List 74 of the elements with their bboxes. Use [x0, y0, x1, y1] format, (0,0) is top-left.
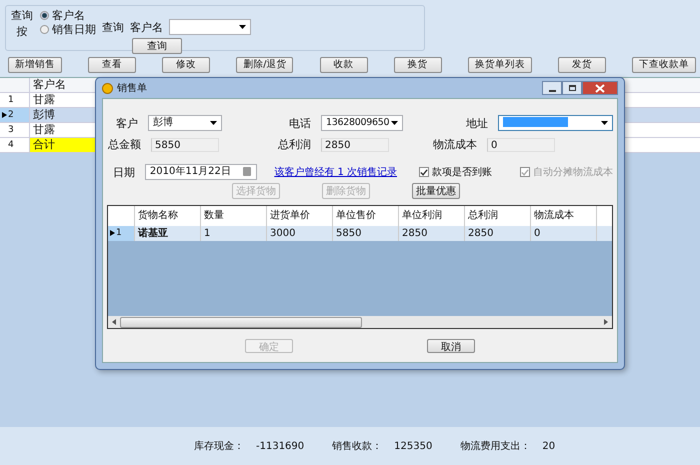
- dropdown-arrow-icon: [210, 121, 218, 125]
- check-icon: [420, 168, 428, 176]
- row-number: 3: [8, 125, 14, 136]
- close-button[interactable]: [582, 81, 618, 95]
- scroll-left-icon: [112, 319, 116, 325]
- field-label: 客户: [114, 116, 138, 130]
- toolbar-button[interactable]: 下查收款单: [632, 56, 696, 73]
- history-link[interactable]: 该客户曾经有 1 次销售记录: [274, 165, 397, 179]
- horizontal-scrollbar[interactable]: [108, 316, 612, 328]
- status-label: 销售收款：: [332, 440, 382, 454]
- minimize-button[interactable]: [542, 81, 562, 95]
- check-icon: [521, 168, 529, 176]
- row-pointer-icon: [2, 112, 7, 118]
- toolbar-button[interactable]: 删除/退货: [236, 56, 294, 73]
- status-value: 125350: [394, 440, 432, 452]
- scroll-right-icon: [604, 319, 608, 325]
- radio-button[interactable]: 销售日期: [40, 23, 96, 36]
- query-label: 查询: [102, 20, 124, 34]
- readonly-field: 2850: [321, 138, 389, 152]
- readonly-field: 5850: [151, 138, 219, 152]
- row-number: 1: [8, 95, 14, 106]
- table-cell: 0: [531, 226, 597, 241]
- table-cell: 5850: [333, 226, 399, 241]
- table-cell: 2850: [465, 226, 531, 241]
- checkbox[interactable]: 款项是否到账: [419, 165, 492, 179]
- window-title: 销售单: [117, 82, 148, 95]
- calendar-icon: [243, 167, 252, 176]
- table-cell: 3000: [267, 226, 333, 241]
- date-picker[interactable]: 2010年11月22日: [144, 164, 258, 180]
- radio-button[interactable]: 客户名: [40, 9, 96, 22]
- status-label: 库存现金：: [194, 440, 244, 454]
- table-row[interactable]: 1 诺基亚 1 3000 5850 2850 2850 0: [108, 226, 612, 241]
- status-value: 20: [542, 440, 556, 452]
- table-cell: 诺基亚: [135, 226, 201, 241]
- toolbar-button[interactable]: 收款: [320, 56, 368, 73]
- maximize-button[interactable]: [562, 81, 582, 95]
- toolbar-button[interactable]: 换货: [394, 56, 442, 73]
- toolbar-button[interactable]: 修改: [162, 56, 210, 73]
- column-header: 客户名: [32, 78, 67, 92]
- toolbar-button[interactable]: 新增销售: [8, 56, 62, 73]
- phone-combo[interactable]: 13628009650: [321, 115, 404, 131]
- status-label: 物流费用支出：: [460, 440, 530, 454]
- table-cell: 1: [201, 226, 267, 241]
- field-label: 电话: [288, 116, 312, 130]
- dropdown-arrow-icon: [391, 121, 398, 125]
- row-number: 2: [8, 110, 14, 120]
- table-cell: 2850: [399, 226, 465, 241]
- row-pointer-icon: [110, 230, 115, 236]
- customer-combo[interactable]: 彭博: [148, 115, 222, 131]
- field-label: 物流成本: [433, 137, 477, 152]
- table-cell-text: 甘露: [32, 123, 56, 138]
- field-label: 客户名: [130, 20, 163, 34]
- table-cell-text: 甘露: [32, 93, 56, 108]
- field-label: 总利润: [277, 137, 311, 152]
- dialog-button[interactable]: 取消: [427, 339, 475, 353]
- field-label: 地址: [464, 116, 488, 130]
- table-cell-text: 彭博: [32, 108, 56, 122]
- dropdown-arrow-icon: [600, 121, 608, 125]
- status-value: -1131690: [256, 440, 304, 452]
- group-label: 查询按: [10, 8, 34, 40]
- toolbar-button[interactable]: 换货单列表: [468, 56, 532, 73]
- row-number: 4: [8, 140, 14, 150]
- readonly-field: 0: [487, 138, 555, 152]
- close-icon: [595, 84, 605, 92]
- toolbar-button[interactable]: 查看: [88, 56, 136, 73]
- row-number: 1: [116, 228, 122, 238]
- field-label: 总金额: [107, 137, 141, 152]
- action-button[interactable]: 批量优惠: [412, 183, 460, 199]
- dropdown-arrow-icon: [239, 25, 246, 29]
- address-combo[interactable]: [498, 115, 613, 131]
- toolbar-button[interactable]: 发货: [558, 56, 606, 73]
- app-icon: [102, 82, 113, 94]
- query-button[interactable]: 查询: [132, 38, 182, 54]
- field-label: 日期: [112, 164, 135, 180]
